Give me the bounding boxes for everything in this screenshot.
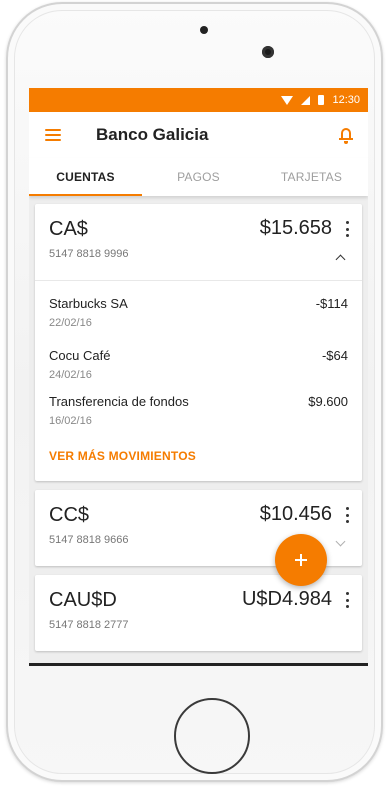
movement-description: Transferencia de fondos xyxy=(49,394,189,409)
movement-item[interactable]: Transferencia de fondos 16/02/16 $9.600 xyxy=(49,381,348,427)
more-vert-icon[interactable] xyxy=(345,592,349,608)
signal-icon xyxy=(301,95,311,105)
add-fab-button[interactable] xyxy=(275,534,327,586)
movement-amount: $9.600 xyxy=(308,394,348,409)
bell-icon[interactable] xyxy=(338,126,354,144)
tab-bar: CUENTAS PAGOS TARJETAS xyxy=(29,158,368,196)
more-vert-icon[interactable] xyxy=(345,221,349,237)
battery-icon xyxy=(318,95,325,105)
accounts-list: CA$ 5147 8818 9996 $15.658 Starbucks SA … xyxy=(29,196,368,651)
movements-list: Starbucks SA 22/02/16 -$114 Cocu Café 24… xyxy=(35,280,362,481)
see-more-movements-link[interactable]: VER MÁS MOVIMIENTOS xyxy=(49,427,348,481)
movement-amount: -$114 xyxy=(315,296,348,311)
movement-date: 24/02/16 xyxy=(49,369,92,381)
tab-cuentas[interactable]: CUENTAS xyxy=(29,158,142,196)
account-card[interactable]: CA$ 5147 8818 9996 $15.658 Starbucks SA … xyxy=(35,204,362,481)
tab-tarjetas[interactable]: TARJETAS xyxy=(255,158,368,196)
movement-description: Starbucks SA xyxy=(49,296,128,311)
account-number: 5147 8818 2777 xyxy=(49,619,129,631)
movement-item[interactable]: Cocu Café 24/02/16 -$64 xyxy=(49,335,348,381)
account-card[interactable]: CAU$D 5147 8818 2777 U$D4.984 xyxy=(35,575,362,651)
account-number: 5147 8818 9996 xyxy=(49,248,129,260)
app-title: Banco Galicia xyxy=(96,125,209,144)
account-header[interactable]: CA$ 5147 8818 9996 $15.658 xyxy=(35,204,362,280)
movement-date: 16/02/16 xyxy=(49,415,92,427)
wifi-icon xyxy=(281,95,294,105)
app-bar: Banco Galicia xyxy=(29,112,368,158)
account-balance: $15.658 xyxy=(259,217,332,239)
status-time: 12:30 xyxy=(332,94,360,106)
account-balance: U$D4.984 xyxy=(241,588,332,610)
home-button[interactable] xyxy=(174,698,250,774)
movement-date: 22/02/16 xyxy=(49,317,92,329)
camera-icon xyxy=(262,46,274,58)
movement-item[interactable]: Starbucks SA 22/02/16 -$114 xyxy=(49,281,348,335)
hamburger-menu-icon[interactable] xyxy=(45,129,61,141)
more-vert-icon[interactable] xyxy=(345,507,349,523)
account-balance: $10.456 xyxy=(259,503,332,525)
tab-pagos[interactable]: PAGOS xyxy=(142,158,255,196)
account-header[interactable]: CAU$D 5147 8818 2777 U$D4.984 xyxy=(35,575,362,651)
speaker-icon xyxy=(200,26,208,34)
movement-amount: -$64 xyxy=(321,348,348,363)
movement-description: Cocu Café xyxy=(49,348,111,363)
status-bar: 12:30 xyxy=(29,88,368,112)
